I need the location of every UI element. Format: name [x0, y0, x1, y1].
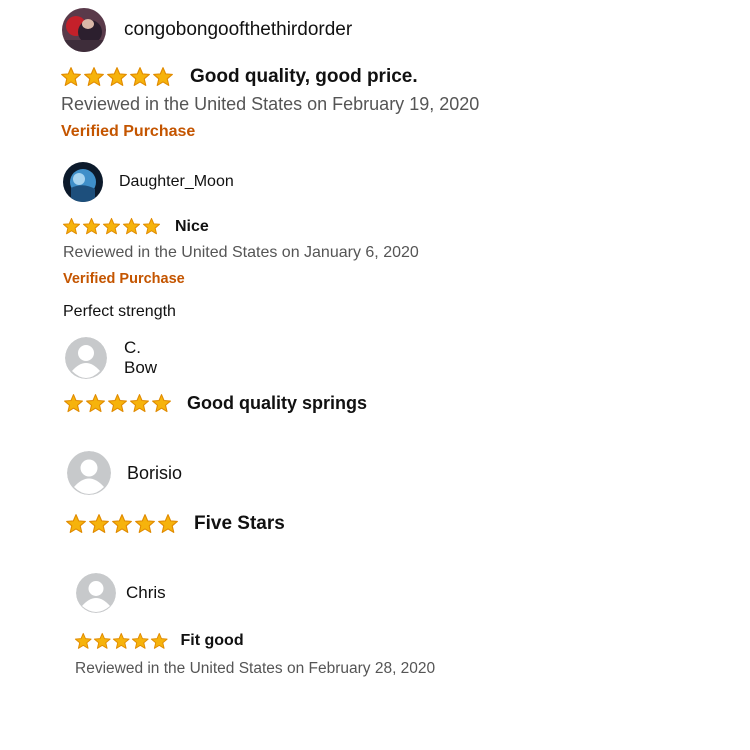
- verified-purchase-badge: Verified Purchase: [63, 271, 185, 287]
- review-title[interactable]: Good quality, good price.: [190, 66, 418, 88]
- star-icon: [62, 217, 81, 235]
- star-icon: [112, 632, 130, 649]
- star-icon: [89, 514, 109, 533]
- photo-avatar-icon[interactable]: [63, 162, 103, 202]
- review-date: Reviewed in the United States on Februar…: [61, 94, 480, 114]
- reviewer-name[interactable]: C. Bow: [124, 338, 157, 378]
- reviewer-profile[interactable]: Daughter_Moon: [63, 162, 234, 202]
- star-icon: [93, 632, 111, 649]
- star-icon: [130, 67, 150, 86]
- star-icon: [158, 514, 178, 533]
- default-user-icon[interactable]: [76, 573, 116, 613]
- star-icon: [122, 217, 141, 235]
- review-date: Reviewed in the United States on January…: [63, 244, 419, 261]
- star-icon: [102, 217, 121, 235]
- star-icon: [153, 67, 173, 86]
- star-rating[interactable]: [65, 513, 179, 535]
- star-icon: [84, 67, 104, 86]
- reviewer-profile[interactable]: congobongoofthethirdorder: [62, 8, 352, 52]
- review-body: Perfect strength: [63, 303, 176, 320]
- review-title[interactable]: Fit good: [181, 632, 244, 650]
- verified-purchase-badge: Verified Purchase: [61, 123, 196, 140]
- star-icon: [131, 632, 149, 649]
- star-icon: [135, 514, 155, 533]
- star-icon: [150, 632, 168, 649]
- star-icon: [152, 394, 171, 413]
- star-icon: [107, 67, 127, 86]
- star-icon: [112, 514, 132, 533]
- reviewer-name[interactable]: Chris: [126, 583, 166, 603]
- star-icon: [82, 217, 101, 235]
- star-rating[interactable]: [63, 393, 172, 414]
- star-icon: [61, 67, 81, 86]
- default-user-icon[interactable]: [65, 337, 107, 379]
- review-title[interactable]: Nice: [175, 218, 209, 236]
- reviewer-name[interactable]: Borisio: [127, 463, 182, 484]
- review-title[interactable]: Good quality springs: [187, 393, 367, 414]
- reviewer-profile[interactable]: Chris: [76, 573, 166, 613]
- review-date: Reviewed in the United States on Februar…: [75, 660, 436, 677]
- reviewer-profile[interactable]: Borisio: [67, 451, 182, 495]
- star-rating[interactable]: [60, 66, 174, 88]
- star-icon: [130, 394, 149, 413]
- reviewer-name[interactable]: Daughter_Moon: [119, 173, 234, 191]
- star-icon: [64, 394, 83, 413]
- star-icon: [66, 514, 86, 533]
- photo-avatar-icon[interactable]: [62, 8, 106, 52]
- default-user-icon[interactable]: [67, 451, 111, 495]
- reviewer-profile[interactable]: C. Bow: [65, 337, 157, 379]
- review-title[interactable]: Five Stars: [194, 513, 285, 535]
- star-icon: [86, 394, 105, 413]
- star-rating[interactable]: [74, 632, 169, 651]
- star-rating[interactable]: [62, 217, 161, 236]
- star-icon: [74, 632, 92, 649]
- star-icon: [108, 394, 127, 413]
- star-icon: [142, 217, 161, 235]
- reviewer-name[interactable]: congobongoofthethirdorder: [124, 19, 352, 41]
